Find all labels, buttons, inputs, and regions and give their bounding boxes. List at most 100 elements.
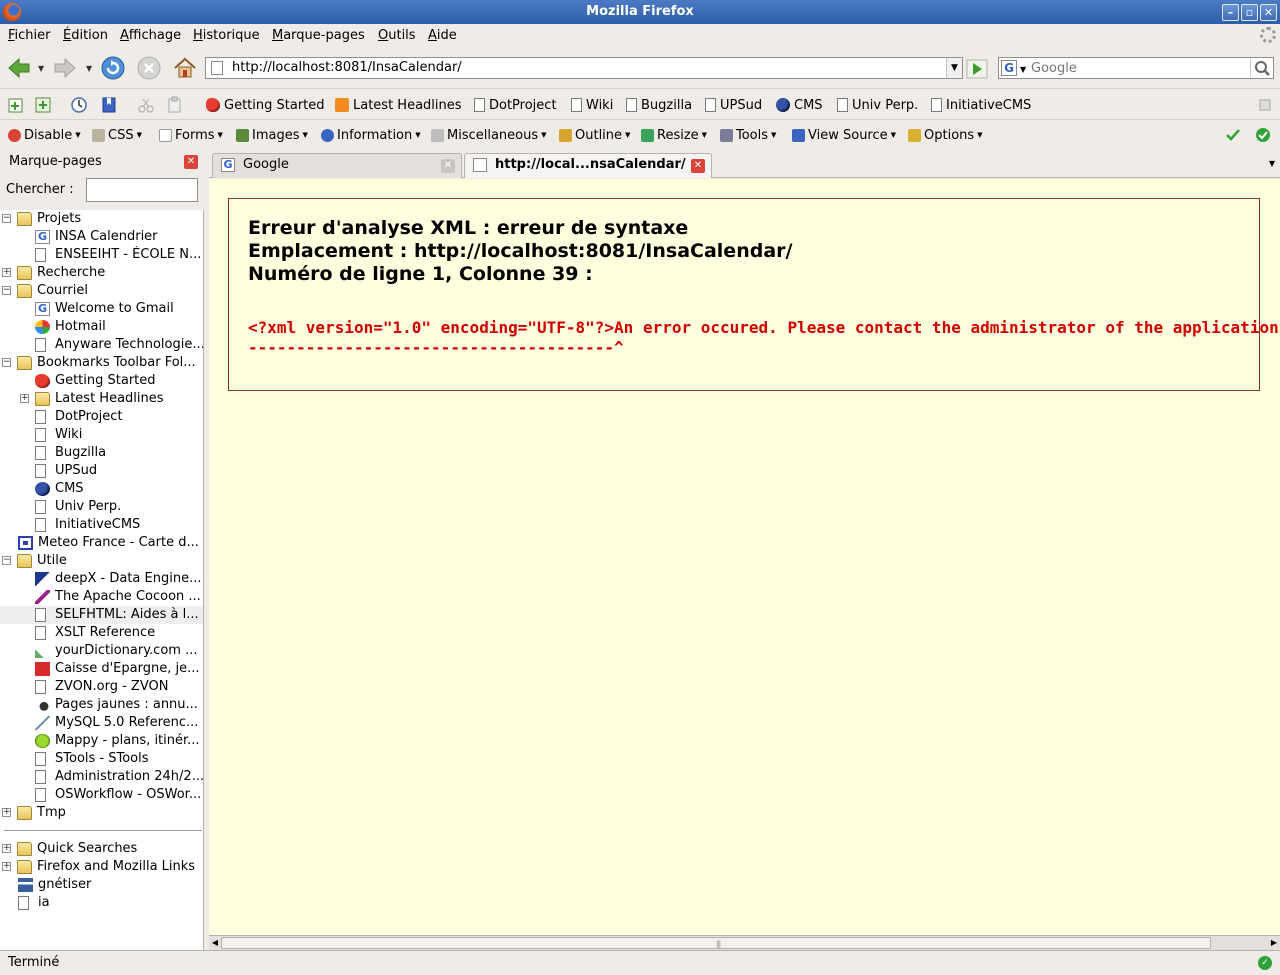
menu-historique[interactable]: Historique [193,28,260,43]
minimize-button[interactable]: – [1222,4,1239,21]
tree-bookmark[interactable]: The Apache Cocoon ... [0,588,203,606]
tree-folder[interactable]: − Utile [0,552,203,570]
dev-view-source-menu[interactable]: View Source ▼ [792,127,896,143]
bookmark-latest-headlines[interactable]: Latest Headlines [335,96,462,114]
tree-bookmark[interactable]: DotProject [0,408,203,426]
tree-bookmark[interactable]: gnétiser [0,876,203,894]
forward-button[interactable] [52,55,78,81]
scrollbar-thumb[interactable]: ||| [221,937,1211,949]
bookmark-wiki[interactable]: Wiki [571,96,613,114]
tree-folder[interactable]: + Firefox and Mozilla Links [0,858,203,876]
tree-bookmark[interactable]: ENSEEIHT - ÉCOLE N... [0,246,203,264]
tree-bookmark[interactable]: UPSud [0,462,203,480]
search-engine-selector[interactable]: G ▼ [1001,60,1029,76]
tree-bookmark[interactable]: Meteo France - Carte d... [0,534,203,552]
url-bar[interactable]: http://localhost:8081/InsaCalendar/ ▼ [205,57,963,79]
horizontal-scrollbar[interactable]: ◀ ||| ▶ [209,935,1280,950]
tree-bookmark[interactable]: Bugzilla [0,444,203,462]
dev-css-menu[interactable]: CSS ▼ [92,127,142,143]
tree-bookmark[interactable]: Getting Started [0,372,203,390]
menu-fichier[interactable]: Fichier [8,28,51,43]
expand-icon[interactable]: + [2,808,11,817]
expand-icon[interactable]: + [2,862,11,871]
bookmarks-manager-icon[interactable] [100,96,118,114]
forward-history-dropdown[interactable]: ▼ [86,64,94,73]
dev-miscellaneous-menu[interactable]: Miscellaneous ▼ [431,127,547,143]
tree-folder[interactable]: − Courriel [0,282,203,300]
bookmark-getting-started[interactable]: Getting Started [206,96,325,114]
dev-tools-menu[interactable]: Tools ▼ [720,127,776,143]
tree-bookmark[interactable]: Pages jaunes : annu... [0,696,203,714]
dev-forms-menu[interactable]: Forms ▼ [159,127,223,143]
search-input[interactable] [1031,60,1245,76]
maximize-button[interactable]: ▫ [1241,4,1258,21]
go-button[interactable] [966,59,988,79]
menu-aide[interactable]: Aide [428,28,457,43]
expand-icon[interactable]: + [20,394,29,403]
tree-bookmark[interactable]: Anyware Technologie... [0,336,203,354]
paste-icon[interactable] [166,96,184,114]
bookmark-univ-perp[interactable]: Univ Perp. [837,96,918,114]
collapse-icon[interactable]: − [2,214,11,223]
tree-folder[interactable]: + Recherche [0,264,203,282]
tree-bookmark[interactable]: Administration 24h/2... [0,768,203,786]
sidebar-close-button[interactable]: ✕ [184,155,198,169]
expand-icon[interactable]: + [2,844,11,853]
tree-bookmark[interactable]: CMS [0,480,203,498]
back-button[interactable] [6,55,32,81]
tree-folder[interactable]: + Quick Searches [0,840,203,858]
tree-bookmark[interactable]: XSLT Reference [0,624,203,642]
tree-bookmark[interactable]: yourDictionary.com ... [0,642,203,660]
sidebar-search-input[interactable] [86,178,198,202]
dev-outline-menu[interactable]: Outline ▼ [559,127,630,143]
search-box[interactable]: G ▼ [998,57,1274,79]
stop-button[interactable] [136,55,162,81]
collapse-icon[interactable]: − [2,358,11,367]
tree-bookmark[interactable]: G Welcome to Gmail [0,300,203,318]
tree-bookmark[interactable]: ZVON.org - ZVON [0,678,203,696]
bookmark-cms[interactable]: CMS [776,96,823,114]
scroll-right-arrow[interactable]: ▶ [1268,937,1280,949]
tree-bookmark[interactable]: STools - STools [0,750,203,768]
back-history-dropdown[interactable]: ▼ [38,64,46,73]
toolbar-overflow-icon[interactable] [1256,96,1274,114]
history-clock-icon[interactable] [70,96,88,114]
dev-options-menu[interactable]: Options ▼ [908,127,983,143]
menu-marque-pages[interactable]: Marque-pages [272,28,365,43]
bookmark-bugzilla[interactable]: Bugzilla [626,96,692,114]
tree-folder[interactable]: + Tmp [0,804,203,822]
scroll-left-arrow[interactable]: ◀ [209,937,221,949]
tab-insacalendar[interactable]: http://local...nsaCalendar/ ✕ [464,153,712,178]
dev-disable-menu[interactable]: Disable ▼ [8,127,81,143]
tree-bookmark[interactable]: Wiki [0,426,203,444]
collapse-icon[interactable]: − [2,556,11,565]
tree-bookmark[interactable]: InitiativeCMS [0,516,203,534]
tree-bookmark[interactable]: deepX - Data Engine... [0,570,203,588]
cut-icon[interactable] [137,96,155,114]
tree-bookmark[interactable]: Univ Perp. [0,498,203,516]
new-bookmark-icon[interactable] [7,96,25,114]
tree-bookmark[interactable]: G INSA Calendrier [0,228,203,246]
dev-resize-menu[interactable]: Resize ▼ [641,127,707,143]
tab-google[interactable]: G Google ✕ [212,153,462,178]
menu-affichage[interactable]: Affichage [120,28,181,43]
html-valid-check-icon[interactable] [1254,126,1272,144]
tree-bookmark[interactable]: OSWorkflow - OSWor... [0,786,203,804]
search-button[interactable] [1250,59,1272,77]
tab-close-button[interactable]: ✕ [441,159,455,173]
dev-images-menu[interactable]: Images ▼ [236,127,308,143]
tree-bookmark[interactable]: Mappy - plans, itinér... [0,732,203,750]
home-button[interactable] [172,55,198,81]
tree-bookmark[interactable]: MySQL 5.0 Referenc... [0,714,203,732]
tree-folder[interactable]: − Bookmarks Toolbar Fol... [0,354,203,372]
close-window-button[interactable]: ✕ [1260,4,1277,21]
bookmark-all-tabs-icon[interactable] [34,96,52,114]
menu-outils[interactable]: Outils [378,28,416,43]
reload-button[interactable] [100,55,126,81]
collapse-icon[interactable]: − [2,286,11,295]
tree-bookmark[interactable]: ia [0,894,203,912]
menu-edition[interactable]: Édition [63,28,108,43]
bookmark-initiativecms[interactable]: InitiativeCMS [931,96,1031,114]
url-history-dropdown[interactable]: ▼ [946,58,962,78]
tree-bookmark[interactable]: Caisse d'Epargne, je... [0,660,203,678]
